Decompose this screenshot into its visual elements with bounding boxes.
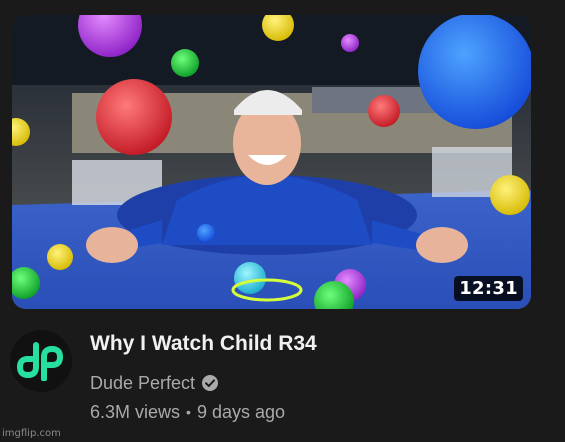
video-thumbnail[interactable]: 12:31 [12, 15, 531, 309]
channel-name[interactable]: Dude Perfect [90, 372, 195, 394]
video-metadata: Why I Watch Child R34 Dude Perfect 6.3M … [90, 330, 550, 423]
channel-row: Dude Perfect [90, 372, 550, 394]
video-title[interactable]: Why I Watch Child R34 [90, 330, 550, 358]
thumbnail-image [12, 15, 531, 309]
separator-dot: • [186, 404, 191, 420]
video-duration-badge: 12:31 [454, 276, 523, 301]
imgflip-watermark: imgflip.com [2, 428, 61, 439]
view-count: 6.3M views [90, 402, 181, 422]
video-stats: 6.3M views • 9 days ago [90, 401, 550, 423]
upload-age: 9 days ago [196, 402, 286, 422]
verified-check-icon [201, 374, 219, 392]
dude-perfect-logo-icon [16, 342, 64, 381]
video-card: 12:31 Why I Watch Child R34 Dude Perfect… [0, 0, 565, 442]
channel-avatar[interactable] [10, 330, 72, 392]
